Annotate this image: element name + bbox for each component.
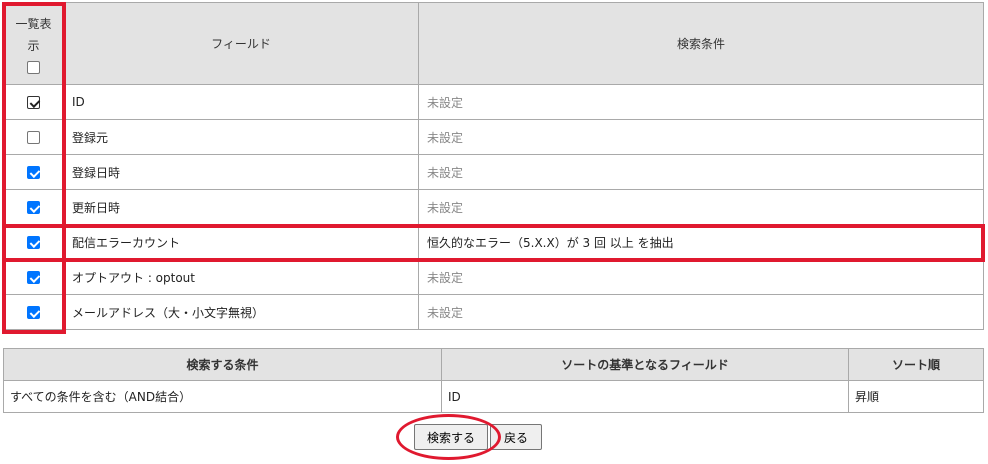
field-name[interactable]: 更新日時 bbox=[63, 189, 419, 225]
condition-mode-value[interactable]: すべての条件を含む（AND結合） bbox=[3, 380, 442, 413]
table-row: 更新日時 未設定 bbox=[3, 189, 984, 225]
list-display-header-label-1: 一覧表 bbox=[15, 17, 52, 31]
field-name[interactable]: 登録日時 bbox=[63, 154, 419, 190]
table-row: 登録元 未設定 bbox=[3, 119, 984, 155]
table-row: すべての条件を含む（AND結合） ID 昇順 bbox=[3, 380, 984, 413]
select-all-checkbox[interactable] bbox=[27, 61, 40, 74]
back-button[interactable]: 戻る bbox=[490, 424, 542, 450]
field-name[interactable]: メールアドレス（大・小文字無視） bbox=[63, 294, 419, 330]
field-name[interactable]: オプトアウト : optout bbox=[63, 259, 419, 295]
table-row: オプトアウト : optout 未設定 bbox=[3, 259, 984, 295]
condition-value[interactable]: 未設定 bbox=[418, 154, 984, 190]
search-settings-table: 検索する条件 ソートの基準となるフィールド ソート順 すべての条件を含む（AND… bbox=[3, 348, 984, 413]
condition-value[interactable]: 未設定 bbox=[418, 294, 984, 330]
field-name[interactable]: ID bbox=[63, 84, 419, 120]
sort-order-header: ソート順 bbox=[848, 348, 984, 381]
list-display-header: 一覧表 示 bbox=[3, 2, 64, 85]
condition-mode-header: 検索する条件 bbox=[3, 348, 442, 381]
condition-value[interactable]: 未設定 bbox=[418, 119, 984, 155]
table-row: 登録日時 未設定 bbox=[3, 154, 984, 190]
field-column-header: フィールド bbox=[63, 2, 419, 85]
display-checkbox-delivery-error-count[interactable] bbox=[27, 236, 40, 249]
condition-value[interactable]: 未設定 bbox=[418, 84, 984, 120]
field-condition-table: 一覧表 示 フィールド 検索条件 ID 未設定 登録元 未設定 登録日時 未設定 bbox=[3, 2, 984, 330]
sort-field-header: ソートの基準となるフィールド bbox=[441, 348, 849, 381]
list-display-header-label-2: 示 bbox=[27, 39, 40, 53]
display-checkbox-email[interactable] bbox=[27, 306, 40, 319]
search-button[interactable]: 検索する bbox=[414, 424, 488, 450]
table-row: メールアドレス（大・小文字無視） 未設定 bbox=[3, 294, 984, 330]
sort-order-value[interactable]: 昇順 bbox=[848, 380, 984, 413]
display-checkbox-optout[interactable] bbox=[27, 271, 40, 284]
sort-field-value[interactable]: ID bbox=[441, 380, 849, 413]
display-checkbox-id[interactable] bbox=[27, 96, 40, 109]
display-checkbox-updated-at[interactable] bbox=[27, 201, 40, 214]
display-checkbox-source[interactable] bbox=[27, 131, 40, 144]
field-name[interactable]: 登録元 bbox=[63, 119, 419, 155]
condition-value[interactable]: 未設定 bbox=[418, 189, 984, 225]
table-row: ID 未設定 bbox=[3, 84, 984, 120]
condition-column-header: 検索条件 bbox=[418, 2, 984, 85]
field-name[interactable]: 配信エラーカウント bbox=[63, 224, 419, 260]
condition-value[interactable]: 恒久的なエラー（5.X.X）が 3 回 以上 を抽出 bbox=[418, 224, 984, 260]
field-table-header-row: 一覧表 示 フィールド 検索条件 bbox=[3, 2, 984, 85]
table-row: 配信エラーカウント 恒久的なエラー（5.X.X）が 3 回 以上 を抽出 bbox=[3, 224, 984, 260]
search-settings-header-row: 検索する条件 ソートの基準となるフィールド ソート順 bbox=[3, 348, 984, 381]
condition-value[interactable]: 未設定 bbox=[418, 259, 984, 295]
display-checkbox-registered-at[interactable] bbox=[27, 166, 40, 179]
